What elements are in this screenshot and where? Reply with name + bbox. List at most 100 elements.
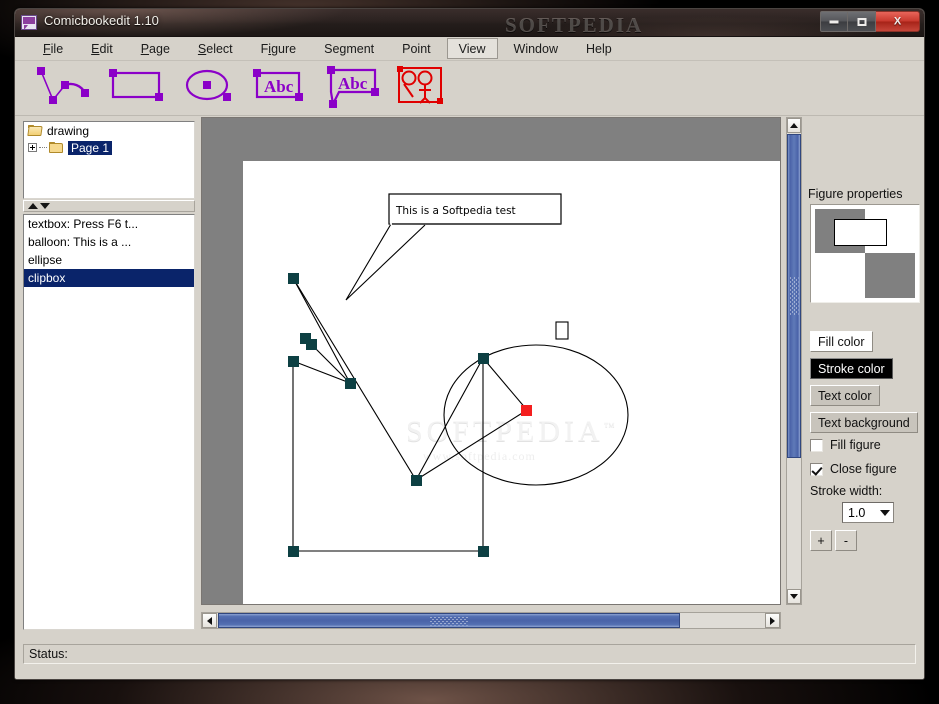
arrow-down-icon — [790, 594, 798, 599]
list-item[interactable]: ellipse — [24, 251, 194, 269]
checker-cell — [865, 253, 915, 298]
fill-figure-checkbox[interactable]: Fill figure — [810, 438, 881, 452]
scroll-up-button[interactable] — [787, 118, 801, 133]
hscroll-thumb[interactable] — [218, 613, 680, 628]
stroke-width-select[interactable]: 1.0 — [842, 502, 894, 523]
canvas-hscrollbar[interactable] — [201, 612, 781, 629]
close-figure-checkbox[interactable]: Close figure — [810, 462, 897, 476]
checkbox-box[interactable] — [810, 438, 823, 452]
main-body: drawing Page 1 textbox: Press F6 t... ba… — [15, 116, 924, 635]
left-panel: drawing Page 1 textbox: Press F6 t... ba… — [23, 121, 195, 630]
tool-bar: Abc Abc — [15, 61, 924, 116]
object-list[interactable]: textbox: Press F6 t... balloon: This is … — [23, 214, 195, 630]
list-item-label: clipbox — [28, 271, 66, 285]
tree-item-drawing[interactable]: drawing — [24, 122, 194, 139]
status-bar: Status: — [15, 642, 924, 679]
title-bar: SOFTPEDIA Comicbookedit 1.10 X — [15, 9, 924, 37]
preview-rectangle — [834, 219, 887, 246]
figure-preview — [810, 204, 920, 303]
text-background-button[interactable]: Text background — [810, 412, 918, 433]
menu-segment[interactable]: Segment — [312, 38, 386, 59]
folder-open-icon — [27, 124, 43, 137]
scroll-down-icon[interactable] — [40, 203, 50, 209]
close-button[interactable]: X — [876, 11, 920, 32]
decrease-stroke-button[interactable]: - — [835, 530, 857, 551]
scroll-grip — [789, 277, 799, 315]
plus-icon[interactable] — [28, 143, 37, 152]
figure-properties-title: Figure properties — [808, 187, 903, 201]
vscroll-thumb[interactable] — [787, 134, 801, 458]
menu-edit[interactable]: Edit — [79, 38, 125, 59]
scroll-up-icon[interactable] — [28, 203, 38, 209]
stroke-color-button[interactable]: Stroke color — [810, 358, 893, 379]
fill-color-button[interactable]: Fill color — [810, 331, 873, 352]
list-item[interactable]: balloon: This is a ... — [24, 233, 194, 251]
close-figure-label: Close figure — [830, 462, 897, 476]
chevron-down-icon — [880, 509, 890, 516]
panel-splitter[interactable] — [23, 200, 195, 212]
scroll-down-button[interactable] — [787, 589, 801, 604]
menu-point[interactable]: Point — [390, 38, 443, 59]
scroll-left-button[interactable] — [202, 613, 217, 628]
fill-figure-label: Fill figure — [830, 438, 881, 452]
list-item[interactable]: textbox: Press F6 t... — [24, 215, 194, 233]
increase-stroke-button[interactable]: + — [810, 530, 832, 551]
stroke-width-label: Stroke width: — [810, 484, 883, 498]
balloon-text: This is a Softpedia test — [395, 205, 516, 217]
close-icon: X — [893, 15, 902, 27]
canvas-vscrollbar[interactable] — [786, 117, 802, 605]
list-item-selected[interactable]: clipbox — [24, 269, 194, 287]
arrow-up-icon — [790, 123, 798, 128]
svg-text:Abc: Abc — [338, 74, 368, 93]
canvas-area: SOFTPEDIA™ www.softpedia.com This is a S… — [200, 116, 802, 629]
menu-select[interactable]: Select — [186, 38, 245, 59]
arrow-left-icon — [207, 616, 212, 625]
app-icon — [21, 15, 37, 30]
maximize-button[interactable] — [848, 11, 876, 32]
scroll-grip — [430, 616, 468, 625]
text-color-button[interactable]: Text color — [810, 385, 880, 406]
list-item-label: textbox: Press F6 t... — [28, 217, 139, 231]
tree-label-drawing: drawing — [47, 123, 90, 138]
softpedia-watermark-title: SOFTPEDIA — [505, 13, 644, 37]
menu-view[interactable]: View — [446, 38, 498, 59]
list-item-label: balloon: This is a ... — [28, 235, 132, 249]
maximize-icon — [857, 17, 866, 26]
figure-properties-panel: Figure properties Fill color Stroke colo… — [806, 116, 920, 635]
document-tree[interactable]: drawing Page 1 — [23, 121, 195, 199]
arrow-right-icon — [770, 616, 775, 625]
menu-window[interactable]: Window — [502, 38, 570, 59]
drawing-page[interactable]: SOFTPEDIA™ www.softpedia.com This is a S… — [243, 161, 780, 604]
tree-connector — [39, 147, 47, 148]
tree-item-page1[interactable]: Page 1 — [24, 139, 194, 156]
scroll-right-button[interactable] — [765, 613, 780, 628]
minimize-icon — [829, 20, 839, 23]
menu-figure[interactable]: Figure — [249, 38, 308, 59]
window-controls: X — [820, 11, 920, 32]
folder-icon — [49, 141, 64, 154]
drawing-viewport[interactable]: SOFTPEDIA™ www.softpedia.com This is a S… — [201, 117, 781, 605]
menu-help[interactable]: Help — [574, 38, 624, 59]
ellipse-figure — [443, 344, 629, 486]
figures-tool[interactable] — [395, 65, 445, 112]
selection-handles — [288, 273, 489, 557]
textbox-placeholder — [555, 321, 569, 340]
checkbox-box-checked[interactable] — [810, 462, 823, 476]
rectangle-tool[interactable] — [105, 65, 167, 112]
menu-file[interactable]: File — [31, 38, 75, 59]
balloon-tool[interactable]: Abc — [321, 64, 381, 113]
list-item-label: ellipse — [28, 253, 63, 267]
svg-text:Abc: Abc — [264, 77, 294, 96]
window-title: Comicbookedit 1.10 — [44, 13, 159, 28]
minimize-button[interactable] — [820, 11, 848, 32]
ellipse-tool[interactable] — [181, 65, 235, 112]
active-point-handle — [521, 405, 532, 416]
application-window: SOFTPEDIA Comicbookedit 1.10 X File Edit… — [14, 8, 925, 680]
stroke-width-value: 1.0 — [848, 505, 866, 520]
status-text: Status: — [23, 644, 916, 664]
textbox-tool[interactable]: Abc — [249, 65, 307, 112]
polyline-tool[interactable] — [33, 65, 91, 112]
menu-page[interactable]: Page — [129, 38, 182, 59]
tree-label-page1: Page 1 — [68, 140, 113, 155]
checker-background — [815, 209, 915, 298]
